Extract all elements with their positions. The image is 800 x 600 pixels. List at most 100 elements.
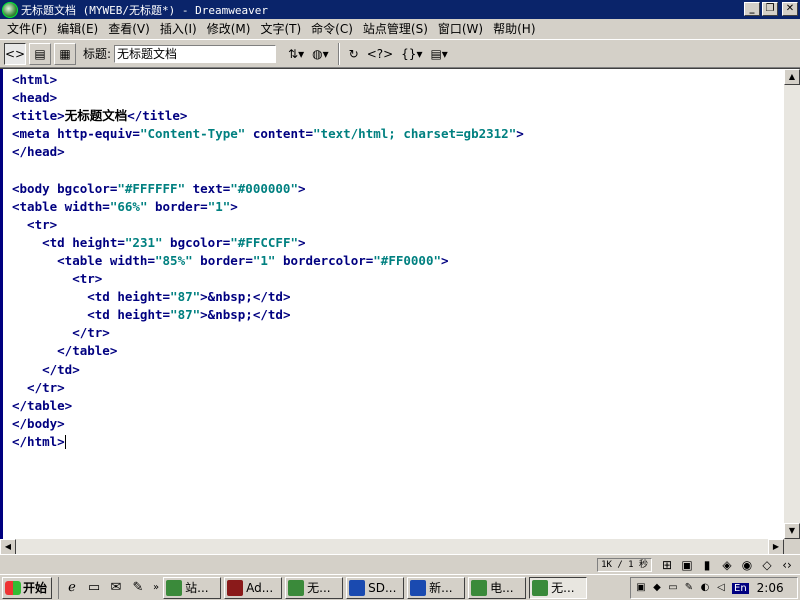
internet-explorer-icon[interactable]: ℯ <box>63 579 81 597</box>
split-view-icon[interactable]: ▤ <box>29 42 51 65</box>
task-label: 站... <box>185 581 209 595</box>
document-title-input[interactable]: 无标题文档 <box>114 44 277 63</box>
window-controls: _ ❐ ✕ <box>744 2 798 16</box>
document-toolbar: <> ▤ ▦ 标题: 无标题文档 ⇅▾ ◍▾ ↻ <?> {}▾ ▤▾ <box>0 39 800 68</box>
code-area[interactable]: <html> <head> <title>无标题文档</title> <meta ht… <box>8 69 784 539</box>
code-line[interactable]: <td height="87">&nbsp;</td> <box>12 306 784 324</box>
file-management-icon[interactable]: ⇅▾ <box>288 47 304 61</box>
toolbar-separator <box>337 42 340 65</box>
task-button-1[interactable]: 站... <box>163 576 222 599</box>
code-line[interactable]: </tr> <box>12 379 784 397</box>
code-line[interactable]: <table width="66%" border="1"> <box>12 198 784 216</box>
code-line[interactable]: </table> <box>12 397 784 415</box>
scroll-left-icon[interactable]: ◀ <box>0 539 16 555</box>
antivirus-icon[interactable]: ◆ <box>650 581 664 595</box>
tool-icon[interactable]: ✎ <box>682 581 696 595</box>
code-line[interactable]: </head> <box>12 143 784 161</box>
menu-insert[interactable]: 插入(I) <box>155 20 202 37</box>
code-inspector-launcher-icon[interactable]: ‹› <box>778 557 796 573</box>
code-line[interactable]: <tr> <box>12 270 784 288</box>
status-bar: 1K / 1 秒 ⊞ ▣ ▮ ◈ ◉ ◇ ‹› <box>0 554 800 574</box>
menu-bar: 文件(F) 编辑(E) 查看(V) 插入(I) 修改(M) 文字(T) 命令(C… <box>0 19 800 38</box>
minimize-button[interactable]: _ <box>744 2 760 16</box>
scroll-up-icon[interactable]: ▲ <box>784 69 800 85</box>
desktop-icon[interactable]: ▭ <box>85 579 103 597</box>
code-editor: <html> <head> <title>无标题文档</title> <meta ht… <box>0 68 800 555</box>
history-launcher-icon[interactable]: ◇ <box>758 557 776 573</box>
code-line[interactable]: <tr> <box>12 216 784 234</box>
task-icon <box>288 579 305 596</box>
code-line[interactable]: <td height="231" bgcolor="#FFCCFF"> <box>12 234 784 252</box>
code-line[interactable]: <td height="87">&nbsp;</td> <box>12 288 784 306</box>
task-button-7[interactable]: 无... <box>529 576 588 599</box>
display-icon[interactable]: ▭ <box>666 581 680 595</box>
task-button-3[interactable]: 无... <box>285 576 344 599</box>
menu-help[interactable]: 帮助(H) <box>488 20 540 37</box>
menu-text[interactable]: 文字(T) <box>255 20 306 37</box>
code-line[interactable]: <head> <box>12 89 784 107</box>
code-line[interactable]: </body> <box>12 415 784 433</box>
task-button-4[interactable]: SD... <box>346 576 405 599</box>
dreamweaver-app-icon[interactable] <box>2 1 18 18</box>
task-label: SD... <box>368 580 397 595</box>
outlook-icon[interactable]: ✉ <box>107 579 125 597</box>
volume-icon[interactable]: ◁ <box>714 581 728 595</box>
code-line[interactable]: <body bgcolor="#FFFFFF" text="#000000"> <box>12 180 784 198</box>
text-caret <box>64 435 66 450</box>
network-icon[interactable]: ▣ <box>634 581 648 595</box>
system-tray: ▣ ◆ ▭ ✎ ◐ ◁ En 2:06 <box>630 577 798 599</box>
close-button[interactable]: ✕ <box>782 2 798 16</box>
vertical-scrollbar[interactable]: ▲ ▼ <box>784 69 800 539</box>
start-button[interactable]: 开始 <box>2 576 52 599</box>
code-line[interactable]: </td> <box>12 361 784 379</box>
menu-commands[interactable]: 命令(C) <box>306 20 358 37</box>
clock: 2:06 <box>756 581 784 595</box>
code-line[interactable]: </table> <box>12 342 784 360</box>
menu-site[interactable]: 站点管理(S) <box>358 20 433 37</box>
code-line[interactable]: <title>无标题文档</title> <box>12 107 784 125</box>
media-icon[interactable]: ◐ <box>698 581 712 595</box>
code-view-icon[interactable]: <> <box>4 42 26 65</box>
task-icon <box>166 579 183 596</box>
input-method-indicator[interactable]: En <box>732 582 749 594</box>
reference-icon[interactable]: <?> <box>367 47 393 61</box>
download-size-label: 1K / 1 秒 <box>597 557 652 572</box>
view-options-icon[interactable]: ▤▾ <box>430 47 447 61</box>
task-button-2[interactable]: Ad... <box>224 576 283 599</box>
menu-view[interactable]: 查看(V) <box>103 20 155 37</box>
assets-launcher-icon[interactable]: ▣ <box>678 557 696 573</box>
title-label: 标题: <box>83 47 112 61</box>
preview-browser-icon[interactable]: ◍▾ <box>312 47 329 61</box>
code-line[interactable]: </tr> <box>12 324 784 342</box>
code-line[interactable]: <meta http-equiv="Content-Type" content=… <box>12 125 784 143</box>
title-bar: 无标题文档 (MYWEB/无标题*) - Dreamweaver _ ❐ ✕ <box>0 0 800 19</box>
html-styles-launcher-icon[interactable]: ▮ <box>698 557 716 573</box>
scroll-down-icon[interactable]: ▼ <box>784 523 800 539</box>
maximize-button[interactable]: ❐ <box>762 2 778 16</box>
pencil-icon[interactable]: ✎ <box>129 579 147 597</box>
design-view-icon[interactable]: ▦ <box>54 42 76 65</box>
task-button-6[interactable]: 电... <box>468 576 527 599</box>
code-line[interactable] <box>12 161 784 179</box>
menu-edit[interactable]: 编辑(E) <box>52 20 103 37</box>
css-styles-launcher-icon[interactable]: ◈ <box>718 557 736 573</box>
menu-file[interactable]: 文件(F) <box>2 20 52 37</box>
code-line[interactable]: </html> <box>12 433 784 451</box>
code-navigation-icon[interactable]: {}▾ <box>401 47 422 61</box>
windows-taskbar: 开始 ℯ ▭ ✉ ✎ » 站... Ad... 无... SD... 新... … <box>0 574 800 600</box>
task-icon <box>410 579 427 596</box>
refresh-icon[interactable]: ↻ <box>349 47 359 61</box>
quick-launch: ℯ ▭ ✉ ✎ » <box>58 576 163 599</box>
task-button-5[interactable]: 新... <box>407 576 466 599</box>
menu-window[interactable]: 窗口(W) <box>433 20 488 37</box>
menu-modify[interactable]: 修改(M) <box>202 20 256 37</box>
task-icon <box>532 579 549 596</box>
more-chevron-icon[interactable]: » <box>153 582 159 593</box>
code-line[interactable]: <table width="85%" border="1" bordercolo… <box>12 252 784 270</box>
code-line[interactable]: <html> <box>12 71 784 89</box>
scroll-right-icon[interactable]: ▶ <box>768 539 784 555</box>
start-label: 开始 <box>23 581 48 595</box>
site-launcher-icon[interactable]: ⊞ <box>658 557 676 573</box>
horizontal-scrollbar[interactable]: ◀ ▶ <box>0 539 784 555</box>
behaviors-launcher-icon[interactable]: ◉ <box>738 557 756 573</box>
